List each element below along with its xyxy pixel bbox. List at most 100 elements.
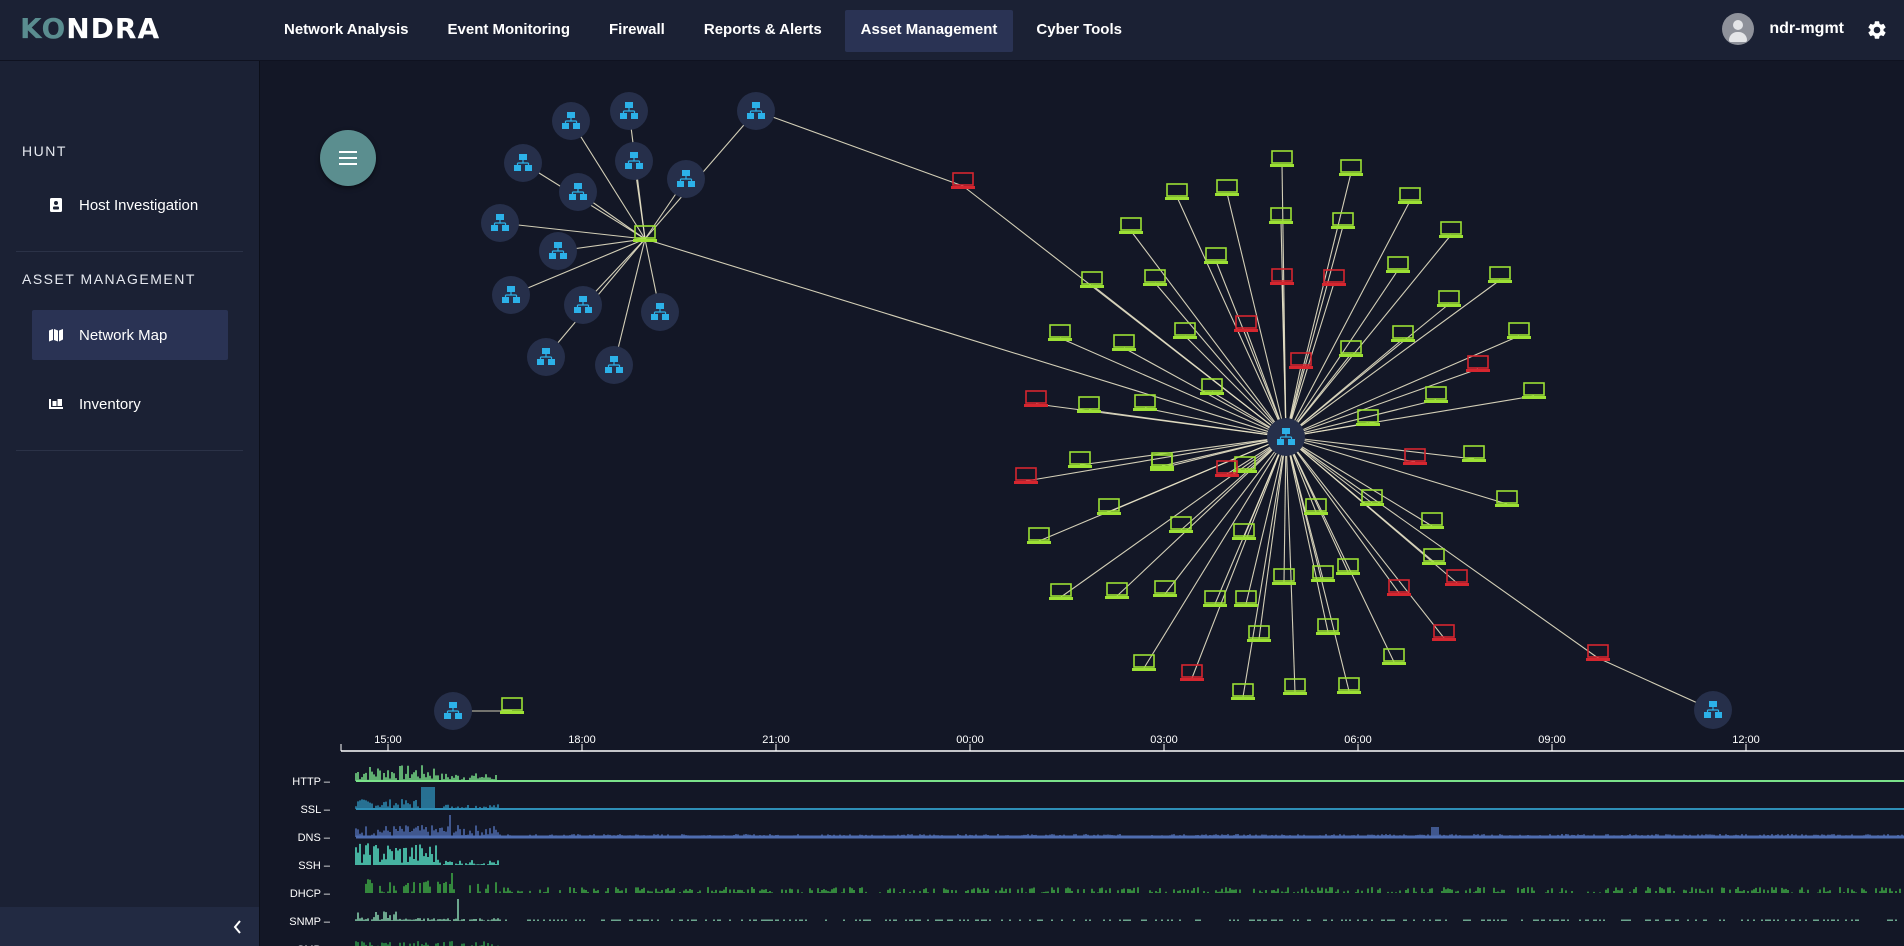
sidebar-item-network-map[interactable]: Network Map bbox=[32, 310, 228, 360]
router-node[interactable] bbox=[434, 692, 472, 730]
laptop-node[interactable] bbox=[1424, 386, 1448, 403]
protocol-activity-dns bbox=[355, 815, 1904, 839]
laptop-node[interactable] bbox=[1169, 516, 1193, 533]
laptop-node[interactable] bbox=[1105, 582, 1129, 599]
laptop-node[interactable] bbox=[1077, 396, 1101, 413]
laptop-node[interactable] bbox=[1398, 187, 1422, 204]
alert-laptop-node[interactable] bbox=[1445, 569, 1469, 586]
connection-edge bbox=[1285, 436, 1296, 693]
sidebar-item-label: Inventory bbox=[79, 395, 141, 413]
laptop-node[interactable] bbox=[1439, 221, 1463, 238]
laptop-node[interactable] bbox=[1331, 212, 1355, 229]
nav-event-monitoring[interactable]: Event Monitoring bbox=[432, 10, 587, 52]
laptop-node[interactable] bbox=[1495, 490, 1519, 507]
laptop-node[interactable] bbox=[1097, 498, 1121, 515]
laptop-node[interactable] bbox=[1173, 322, 1197, 339]
sidebar-item-host-investigation[interactable]: Host Investigation bbox=[32, 180, 228, 230]
laptop-node[interactable] bbox=[1143, 269, 1167, 286]
laptop-node[interactable] bbox=[1339, 340, 1363, 357]
alert-laptop-node[interactable] bbox=[1387, 579, 1411, 596]
laptop-node[interactable] bbox=[1522, 382, 1546, 399]
timeline-tick-label: 12:00 bbox=[1732, 734, 1760, 746]
laptop-node[interactable] bbox=[1231, 683, 1255, 700]
laptop-node[interactable] bbox=[1422, 548, 1446, 565]
laptop-node[interactable] bbox=[1462, 445, 1486, 462]
sidebar-item-inventory[interactable]: Inventory bbox=[32, 379, 228, 429]
nav-cyber-tools[interactable]: Cyber Tools bbox=[1020, 10, 1138, 52]
avatar[interactable] bbox=[1722, 13, 1755, 45]
alert-laptop-node[interactable] bbox=[1014, 467, 1038, 484]
laptop-node[interactable] bbox=[1215, 179, 1239, 196]
nav-asset-management[interactable]: Asset Management bbox=[844, 10, 1014, 52]
laptop-node[interactable] bbox=[1386, 256, 1410, 273]
alert-laptop-node[interactable] bbox=[1234, 315, 1258, 332]
laptop-node[interactable] bbox=[1049, 583, 1073, 600]
router-node[interactable] bbox=[641, 293, 679, 331]
router-node[interactable] bbox=[492, 276, 530, 314]
laptop-node[interactable] bbox=[1356, 409, 1380, 426]
router-node[interactable] bbox=[610, 92, 648, 130]
nav-network-analysis[interactable]: Network Analysis bbox=[268, 10, 425, 52]
router-node[interactable] bbox=[481, 204, 519, 242]
laptop-node[interactable] bbox=[1068, 451, 1092, 468]
map-icon bbox=[49, 329, 63, 342]
connection-edge bbox=[1285, 436, 1508, 505]
nav-firewall[interactable]: Firewall bbox=[593, 10, 681, 52]
laptop-node[interactable] bbox=[1488, 266, 1512, 283]
map-menu-button[interactable] bbox=[320, 130, 376, 186]
router-node[interactable] bbox=[595, 346, 633, 384]
kondra-logo[interactable]: KONDRA bbox=[20, 12, 160, 45]
chevron-left-icon bbox=[233, 920, 241, 934]
gear-icon[interactable] bbox=[1866, 19, 1888, 41]
router-node[interactable] bbox=[504, 144, 542, 182]
laptop-node[interactable] bbox=[1204, 247, 1228, 264]
laptop-node[interactable] bbox=[1133, 394, 1157, 411]
laptop-node[interactable] bbox=[1132, 654, 1156, 671]
laptop-node[interactable] bbox=[1269, 207, 1293, 224]
laptop-node[interactable] bbox=[1339, 159, 1363, 176]
router-node[interactable] bbox=[1694, 691, 1732, 729]
timeline-tick-label: 03:00 bbox=[1150, 734, 1178, 746]
collapse-sidebar-button[interactable] bbox=[0, 907, 259, 946]
router-node[interactable] bbox=[615, 142, 653, 180]
router-node[interactable] bbox=[564, 286, 602, 324]
router-node[interactable] bbox=[552, 102, 590, 140]
network-nodes bbox=[434, 92, 1732, 730]
nav-reports-alerts[interactable]: Reports & Alerts bbox=[688, 10, 838, 52]
alert-laptop-node[interactable] bbox=[1466, 355, 1490, 372]
laptop-node[interactable] bbox=[1337, 677, 1361, 694]
laptop-node[interactable] bbox=[1027, 527, 1051, 544]
user-menu[interactable]: ndr-mgmt bbox=[1722, 13, 1844, 45]
laptop-node[interactable] bbox=[1316, 618, 1340, 635]
laptop-node[interactable] bbox=[1112, 334, 1136, 351]
laptop-node[interactable] bbox=[1234, 590, 1258, 607]
laptop-node[interactable] bbox=[1507, 322, 1531, 339]
laptop-node[interactable] bbox=[1165, 183, 1189, 200]
laptop-node[interactable] bbox=[500, 697, 524, 714]
alert-laptop-node[interactable] bbox=[951, 172, 975, 189]
laptop-node[interactable] bbox=[1048, 324, 1072, 341]
protocol-label: SSH – bbox=[298, 860, 331, 872]
core-switch-node[interactable] bbox=[1267, 418, 1305, 456]
laptop-node[interactable] bbox=[1119, 217, 1143, 234]
alert-laptop-node[interactable] bbox=[1586, 644, 1610, 661]
protocol-label: DHCP – bbox=[290, 888, 331, 900]
router-node[interactable] bbox=[667, 160, 705, 198]
connection-edge bbox=[1242, 436, 1287, 698]
alert-laptop-node[interactable] bbox=[1024, 390, 1048, 407]
laptop-node[interactable] bbox=[1232, 523, 1256, 540]
router-node[interactable] bbox=[539, 232, 577, 270]
router-node[interactable] bbox=[559, 173, 597, 211]
alert-laptop-node[interactable] bbox=[1180, 664, 1204, 681]
protocol-label: HTTP – bbox=[292, 776, 331, 788]
router-node[interactable] bbox=[737, 92, 775, 130]
laptop-node[interactable] bbox=[1437, 290, 1461, 307]
laptop-node[interactable] bbox=[1382, 648, 1406, 665]
laptop-node[interactable] bbox=[1150, 454, 1174, 471]
laptop-node[interactable] bbox=[1270, 150, 1294, 167]
network-map[interactable]: 15:00 18:00 21:00 00:00 03:00 06:00 09:00 12:00… bbox=[260, 61, 1904, 946]
laptop-node[interactable] bbox=[1247, 625, 1271, 642]
laptop-node[interactable] bbox=[1200, 378, 1224, 395]
timeline-tick-label: 00:00 bbox=[956, 734, 984, 746]
router-node[interactable] bbox=[527, 338, 565, 376]
